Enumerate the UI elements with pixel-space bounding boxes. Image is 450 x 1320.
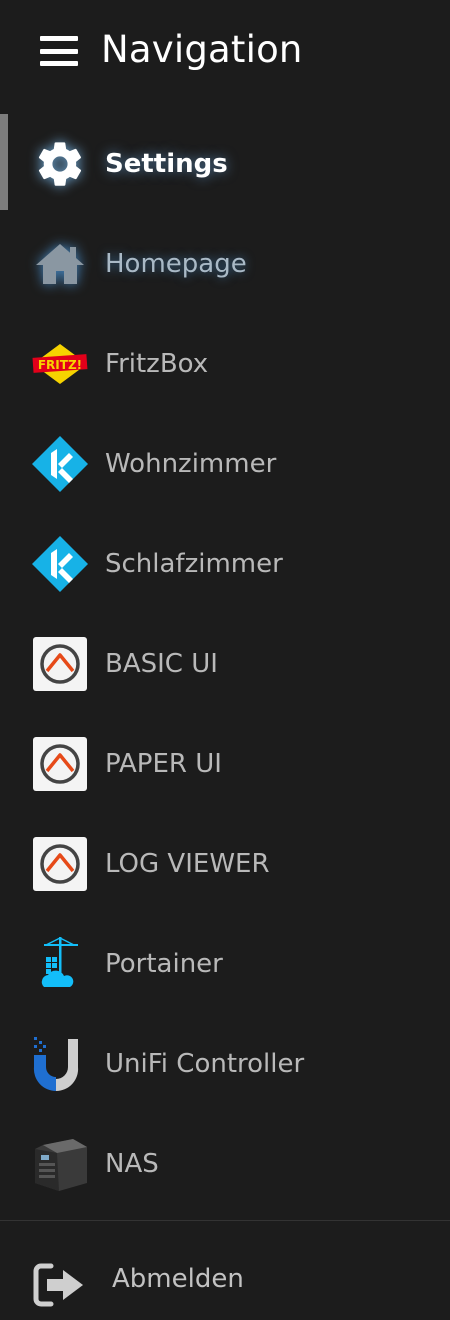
nav-item-wohnzimmer[interactable]: Wohnzimmer bbox=[0, 414, 450, 514]
hamburger-menu-icon[interactable] bbox=[40, 36, 78, 66]
nav-item-label: Settings bbox=[105, 149, 228, 179]
nas-device-icon bbox=[30, 1134, 90, 1194]
logout-label: Abmelden bbox=[112, 1264, 244, 1294]
logout-button[interactable]: Abmelden bbox=[0, 1240, 450, 1320]
nav-item-nas[interactable]: NAS bbox=[0, 1114, 450, 1214]
nav-item-paper-ui[interactable]: PAPER UI bbox=[0, 714, 450, 814]
nav-header: Navigation bbox=[0, 0, 450, 104]
nav-item-homepage[interactable]: Homepage bbox=[0, 214, 450, 314]
nav-item-schlafzimmer[interactable]: Schlafzimmer bbox=[0, 514, 450, 614]
nav-divider bbox=[0, 1220, 450, 1221]
kodi-icon bbox=[30, 434, 90, 494]
nav-item-label: Schlafzimmer bbox=[105, 549, 283, 579]
nav-item-portainer[interactable]: Portainer bbox=[0, 914, 450, 1014]
nav-item-settings[interactable]: Settings bbox=[0, 114, 450, 214]
nav-item-label: FritzBox bbox=[105, 349, 209, 379]
nav-list: Settings Homepage FRITZ! FritzBox Wohnzi… bbox=[0, 114, 450, 1214]
nav-item-label: UniFi Controller bbox=[105, 1049, 305, 1079]
nav-item-basic-ui[interactable]: BASIC UI bbox=[0, 614, 450, 714]
nav-item-label: Homepage bbox=[105, 249, 247, 279]
nav-item-log-viewer[interactable]: LOG VIEWER bbox=[0, 814, 450, 914]
nav-item-label: LOG VIEWER bbox=[105, 849, 270, 879]
page-title: Navigation bbox=[101, 28, 303, 71]
fritzbox-logo-text: FRITZ! bbox=[38, 358, 82, 372]
nav-item-label: PAPER UI bbox=[105, 749, 222, 779]
nav-item-label: NAS bbox=[105, 1149, 159, 1179]
logout-icon bbox=[33, 1262, 85, 1308]
gear-icon bbox=[30, 134, 90, 194]
nav-item-label: Portainer bbox=[105, 949, 223, 979]
kodi-icon bbox=[30, 534, 90, 594]
nav-item-label: Wohnzimmer bbox=[105, 449, 277, 479]
nav-item-fritzbox[interactable]: FRITZ! FritzBox bbox=[0, 314, 450, 414]
nav-item-unifi-controller[interactable]: UniFi Controller bbox=[0, 1014, 450, 1114]
openhab-icon bbox=[30, 834, 90, 894]
openhab-icon bbox=[30, 734, 90, 794]
openhab-icon bbox=[30, 634, 90, 694]
nav-item-label: BASIC UI bbox=[105, 649, 218, 679]
portainer-icon bbox=[30, 934, 90, 994]
unifi-icon bbox=[30, 1034, 90, 1094]
fritzbox-logo-icon: FRITZ! bbox=[30, 334, 90, 394]
home-icon bbox=[30, 234, 90, 294]
